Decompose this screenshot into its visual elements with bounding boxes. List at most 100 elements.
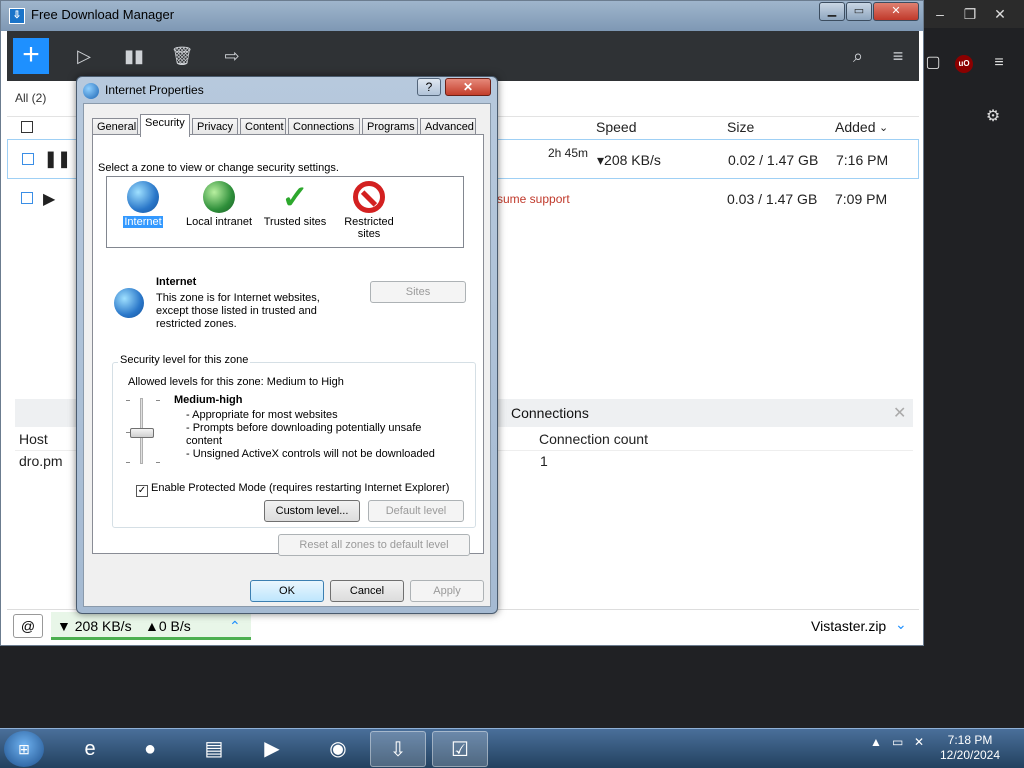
move-folder-icon[interactable]: ⇨	[219, 43, 245, 69]
security-slider-thumb[interactable]	[130, 428, 154, 438]
taskbar: ⊞ e ● ▤ ▶ ◉ ⇩ ☑ ▲ ▭ ✕ 7:18 PM 12/20/2024	[0, 728, 1024, 768]
bg-minimize-button[interactable]: –	[926, 4, 954, 24]
play-icon[interactable]: ▶	[43, 189, 55, 209]
row-size: 0.03 / 1.47 GB	[727, 191, 818, 207]
internet-options-icon	[83, 83, 99, 99]
fdm-taskbar-icon[interactable]: ⇩	[370, 731, 426, 767]
close-button[interactable]: ✕	[873, 2, 919, 21]
default-level-button[interactable]: Default level	[368, 500, 464, 522]
background-window	[924, 0, 1024, 728]
zone-internet[interactable]: Internet	[103, 181, 183, 228]
custom-level-button[interactable]: Custom level...	[264, 500, 360, 522]
zone-local-intranet[interactable]: Local intranet	[179, 181, 259, 228]
zone-list: Internet Local intranet ✓ Trusted sites …	[106, 176, 464, 248]
fdm-title: Free Download Manager	[31, 7, 175, 22]
toolbar: + ▷ ▮▮ 🗑 ⇨ ⌕ ≡	[7, 31, 919, 81]
internet-explorer-icon[interactable]: e	[62, 731, 118, 767]
tab-security[interactable]: Security	[140, 114, 190, 137]
upload-speed: ▲0 B/s	[145, 618, 191, 634]
main-menu-icon[interactable]: ≡	[885, 43, 911, 69]
zone-prompt: Select a zone to view or change security…	[98, 162, 339, 174]
col-size[interactable]: Size	[727, 119, 754, 135]
dialog-title: Internet Properties	[105, 83, 204, 97]
slider-tick	[156, 462, 160, 463]
tray-chevron-icon[interactable]: ▲	[870, 735, 882, 749]
start-button[interactable]: ⊞	[4, 731, 44, 767]
zone-info-globe-icon	[114, 288, 144, 318]
slider-tick	[126, 462, 130, 463]
menu-icon[interactable]: ≡	[988, 52, 1010, 74]
ublock-icon[interactable]: uO	[955, 55, 973, 73]
level-item: - Unsigned ActiveX controls will not be …	[186, 448, 435, 460]
sites-button[interactable]: Sites	[370, 281, 466, 303]
ok-button[interactable]: OK	[250, 580, 324, 602]
bg-close-button[interactable]: ✕	[986, 4, 1014, 24]
row-speed: ▾208 KB/s	[597, 152, 661, 168]
file-chevron-icon[interactable]: ⌄	[895, 616, 907, 633]
zone-intranet-label: Local intranet	[185, 216, 253, 228]
maximize-button[interactable]: ▭	[846, 2, 872, 21]
restricted-icon	[353, 181, 385, 213]
zone-info-description: This zone is for Internet websites, exce…	[156, 292, 320, 330]
security-level-title: Security level for this zone	[118, 354, 251, 366]
current-file[interactable]: Vistaster.zip	[811, 618, 886, 634]
protected-mode-checkbox[interactable]: ✓	[136, 485, 148, 497]
dialog-body: General Security Privacy Content Connect…	[83, 103, 491, 607]
zone-internet-label: Internet	[123, 216, 163, 228]
media-player-icon[interactable]: ▶	[244, 731, 300, 767]
zone-info-title: Internet	[156, 276, 197, 288]
internet-properties-dialog: Internet Properties ? ✕ General Security…	[76, 76, 498, 614]
tab-connections[interactable]: Connections	[511, 405, 589, 421]
allowed-levels: Allowed levels for this zone: Medium to …	[128, 376, 344, 388]
zone-trusted-sites[interactable]: ✓ Trusted sites	[255, 181, 335, 228]
zone-restricted-label: Restricted sites	[344, 216, 394, 240]
extension-icon[interactable]: ▢	[922, 52, 944, 74]
sort-chevron-icon: ⌄	[879, 122, 889, 134]
speed-limit-icon[interactable]: @	[13, 614, 43, 638]
intranet-zone-icon	[203, 181, 235, 213]
slider-tick	[126, 400, 130, 401]
level-description: - Appropriate for most websites - Prompt…	[186, 409, 436, 461]
row-added: 7:09 PM	[835, 191, 888, 207]
search-icon[interactable]: ⌕	[845, 43, 871, 69]
pause-all-icon[interactable]: ▮▮	[121, 43, 147, 69]
resume-all-icon[interactable]: ▷	[71, 43, 97, 69]
col-host: Host	[19, 431, 48, 447]
volume-muted-icon[interactable]: ✕	[914, 735, 924, 749]
clock[interactable]: 7:18 PM 12/20/2024	[936, 733, 1004, 763]
dialog-close-button[interactable]: ✕	[445, 78, 491, 96]
reset-all-zones-button[interactable]: Reset all zones to default level	[278, 534, 470, 556]
checkmark-icon: ✓	[281, 179, 309, 215]
close-details-icon[interactable]: ✕	[893, 403, 906, 423]
network-icon[interactable]: ▭	[892, 735, 903, 749]
time-left: 2h 45m	[548, 146, 589, 160]
internet-properties-taskbar-icon[interactable]: ☑	[432, 731, 488, 767]
help-button[interactable]: ?	[417, 78, 441, 96]
bg-restore-button[interactable]: ❐	[956, 4, 984, 24]
fdm-app-icon: ⇩	[9, 8, 25, 24]
minimize-button[interactable]: ▁	[819, 2, 845, 21]
row-checkbox[interactable]	[21, 192, 33, 204]
level-item: - Appropriate for most websites	[186, 409, 338, 421]
zone-trusted-label: Trusted sites	[263, 216, 327, 228]
firefox-icon[interactable]: ●	[122, 731, 178, 767]
app-icon[interactable]: ◉	[310, 731, 366, 767]
col-added[interactable]: Added	[835, 119, 875, 135]
zone-restricted-sites[interactable]: Restricted sites	[329, 181, 409, 240]
protected-mode-option[interactable]: ✓ Enable Protected Mode (requires restart…	[136, 482, 449, 497]
apply-button[interactable]: Apply	[410, 580, 484, 602]
speed-indicator[interactable]: ▼ 208 KB/s ▲0 B/s ⌃	[51, 612, 251, 640]
row-added: 7:16 PM	[836, 152, 889, 168]
select-all-checkbox[interactable]	[21, 121, 33, 133]
internet-zone-icon	[127, 181, 159, 213]
cancel-button[interactable]: Cancel	[330, 580, 404, 602]
add-download-button[interactable]: +	[13, 38, 49, 74]
delete-icon[interactable]: 🗑	[169, 43, 195, 69]
col-speed[interactable]: Speed	[596, 119, 636, 135]
file-explorer-icon[interactable]: ▤	[186, 731, 242, 767]
filter-all-tab[interactable]: All (2)	[15, 91, 46, 105]
expand-chevron-icon[interactable]: ⌃	[229, 618, 241, 635]
settings-icon[interactable]: ⚙	[982, 106, 1004, 128]
pause-icon[interactable]: ❚❚	[44, 149, 71, 169]
row-checkbox[interactable]	[22, 153, 34, 165]
